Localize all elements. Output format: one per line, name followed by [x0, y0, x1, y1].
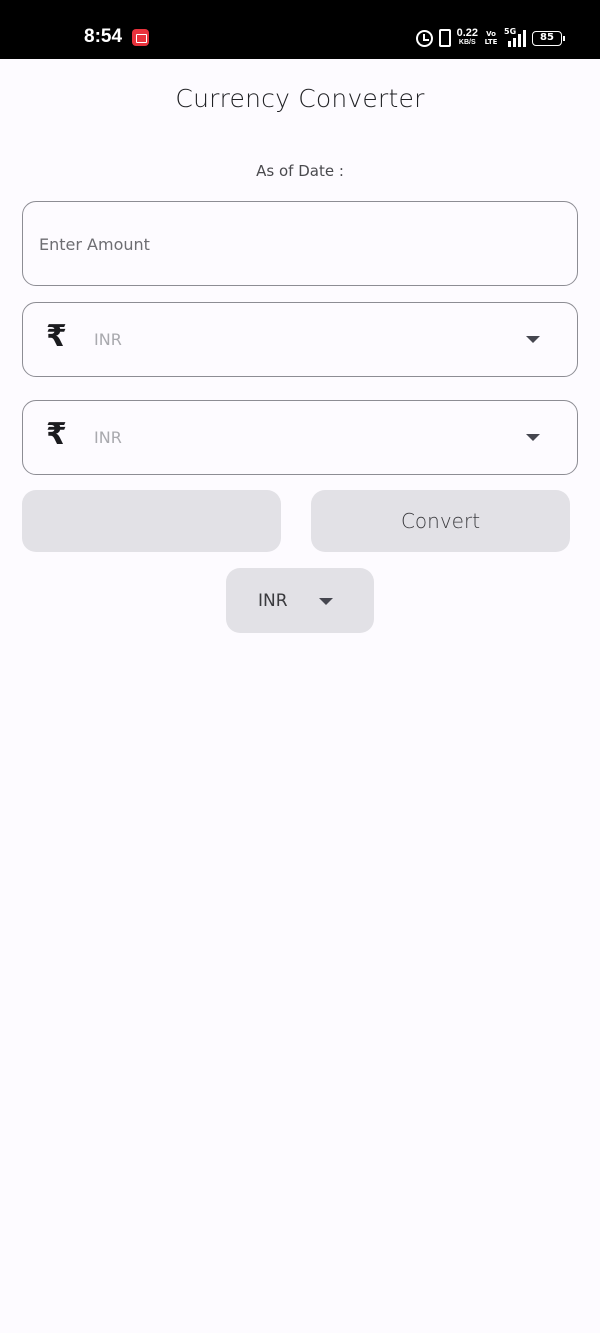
result-display	[22, 490, 281, 552]
rupee-icon: ₹	[46, 319, 67, 354]
chevron-down-icon	[319, 598, 333, 605]
convert-button[interactable]: Convert	[311, 490, 570, 552]
from-currency-value: INR	[94, 330, 122, 349]
chevron-down-icon[interactable]	[526, 336, 540, 343]
amount-input[interactable]: Enter Amount	[22, 201, 578, 286]
as-of-date-label: As of Date :	[256, 162, 344, 180]
to-currency-value: INR	[94, 428, 122, 447]
chevron-down-icon[interactable]	[526, 434, 540, 441]
net-speed-unit: KB/S	[458, 39, 476, 46]
base-currency-value: INR	[258, 591, 288, 611]
page-title: Currency Converter	[175, 84, 425, 113]
battery-icon: 85	[532, 30, 565, 46]
signal-icon: 5G	[504, 26, 526, 47]
base-currency-dropdown[interactable]: INR	[226, 568, 374, 633]
status-time: 8:54	[84, 26, 123, 47]
from-currency-select[interactable]: ₹ INR	[22, 302, 578, 377]
alarm-icon	[415, 29, 433, 47]
rupee-icon: ₹	[46, 417, 67, 452]
amount-placeholder: Enter Amount	[39, 235, 150, 254]
to-currency-select[interactable]: ₹ INR	[22, 400, 578, 475]
net-speed: 0.22 KB/S	[457, 28, 478, 48]
vibrate-icon	[438, 29, 451, 47]
volte-label: Vo LTE	[484, 30, 498, 46]
network-type: 5G	[504, 26, 517, 36]
status-icons: 0.22 KB/S Vo LTE 5G 85	[415, 26, 565, 49]
status-bar: 8:54 0.22 KB/S Vo LTE 5G 85	[0, 0, 600, 59]
screen-record-icon	[132, 29, 149, 46]
